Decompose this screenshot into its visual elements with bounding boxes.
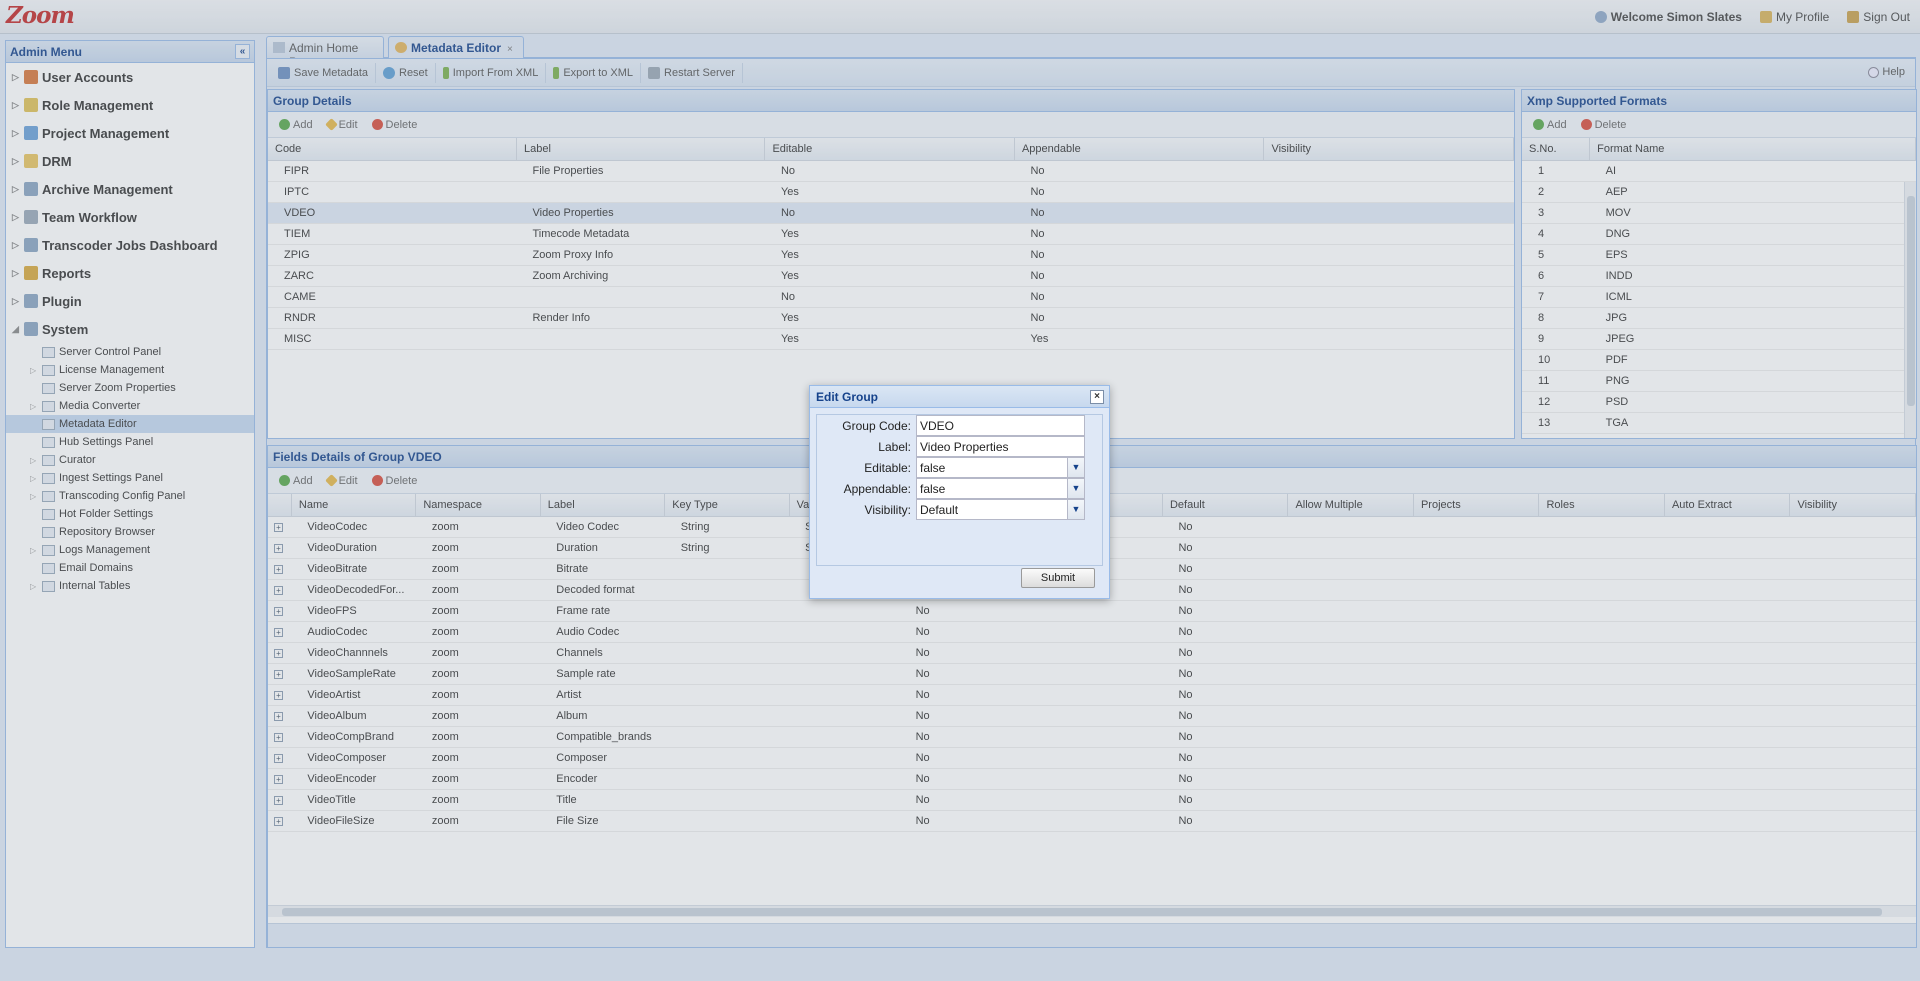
editable-label: Editable: xyxy=(864,461,911,475)
editable-row: Editable: false ▼ xyxy=(817,457,1102,479)
label-input[interactable] xyxy=(916,436,1085,457)
appendable-select[interactable]: false ▼ xyxy=(916,478,1085,499)
submit-button[interactable]: Submit xyxy=(1021,568,1095,588)
edit-group-title: Edit Group × xyxy=(810,386,1109,408)
visibility-select[interactable]: Default ▼ xyxy=(916,499,1085,520)
close-dialog-icon[interactable]: × xyxy=(1090,390,1104,404)
chevron-down-icon[interactable]: ▼ xyxy=(1067,458,1084,477)
visibility-label: Visibility: xyxy=(864,503,911,517)
chevron-down-icon[interactable]: ▼ xyxy=(1067,479,1084,498)
chevron-down-icon[interactable]: ▼ xyxy=(1067,500,1084,519)
visibility-row: Visibility: Default ▼ xyxy=(817,499,1102,521)
group-code-row: Group Code: xyxy=(817,415,1102,437)
group-code-input[interactable] xyxy=(916,415,1085,436)
group-code-label: Group Code: xyxy=(842,419,911,433)
label-row: Label: xyxy=(817,436,1102,458)
edit-group-form: Group Code: Label: Editable: false▼ Appe… xyxy=(816,414,1103,566)
appendable-label: Appendable: xyxy=(843,482,911,496)
appendable-row: Appendable: false ▼ xyxy=(817,478,1102,500)
editable-select[interactable]: false ▼ xyxy=(916,457,1085,478)
label-label: Label: xyxy=(878,440,911,454)
edit-group-dialog: Edit Group × Group Code: Label: Editable… xyxy=(809,385,1110,599)
